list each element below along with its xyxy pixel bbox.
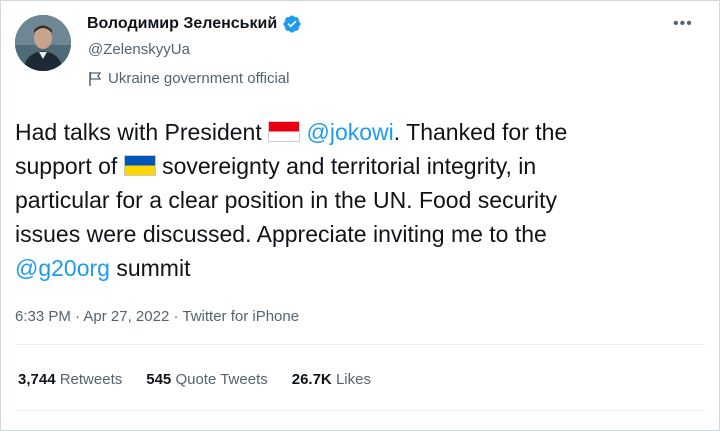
tweet-source[interactable]: Twitter for iPhone bbox=[182, 308, 299, 325]
meta-separator: · bbox=[169, 308, 183, 325]
mention-jokowi[interactable]: @jokowi bbox=[307, 119, 394, 145]
ukraine-flag-icon bbox=[123, 155, 156, 176]
likes-count: 26.7K bbox=[291, 371, 332, 388]
government-flag-icon bbox=[89, 71, 102, 86]
indonesia-flag-icon bbox=[268, 121, 301, 142]
government-label-text: Ukraine government official bbox=[108, 70, 290, 87]
tweet-line-2: support of sovereignty and territorial i… bbox=[15, 149, 705, 183]
quote-tweets-stat[interactable]: 545 Quote Tweets bbox=[146, 371, 267, 388]
avatar-image bbox=[15, 15, 71, 71]
tweet-line-3: particular for a clear position in the U… bbox=[15, 187, 558, 213]
tweet-line-4: issues were discussed. Appreciate inviti… bbox=[15, 221, 547, 247]
tweet-text-segment: summit bbox=[109, 255, 191, 281]
author-handle[interactable]: @ZelenskyyUa bbox=[88, 41, 190, 58]
retweets-count: 3,744 bbox=[18, 371, 56, 388]
tweet-stats: 3,744 Retweets 545 Quote Tweets 26.7K Li… bbox=[18, 371, 395, 388]
tweet-metadata: 6:33 PM · Apr 27, 2022 · Twitter for iPh… bbox=[15, 308, 299, 325]
avatar[interactable] bbox=[15, 15, 71, 71]
meta-separator: · bbox=[70, 308, 84, 325]
government-label[interactable]: Ukraine government official bbox=[88, 70, 289, 87]
verified-badge-icon bbox=[283, 15, 301, 33]
retweets-stat[interactable]: 3,744 Retweets bbox=[18, 371, 122, 388]
author-name[interactable]: Володимир Зеленський bbox=[87, 15, 277, 33]
quote-tweets-count: 545 bbox=[146, 371, 172, 388]
mention-g20org[interactable]: @g20org bbox=[15, 255, 110, 281]
tweet-line-1: Had talks with President @jokowi. Thanke… bbox=[15, 115, 705, 149]
tweet-text-segment: sovereignty and territorial integrity, i… bbox=[155, 153, 537, 179]
tweet-time[interactable]: 6:33 PM bbox=[15, 308, 71, 325]
likes-stat[interactable]: 26.7K Likes bbox=[292, 371, 371, 388]
tweet-text-segment: . Thanked for the bbox=[393, 119, 568, 145]
more-options-icon[interactable]: ••• bbox=[673, 14, 693, 34]
likes-label: Likes bbox=[335, 371, 371, 388]
tweet-text: Had talks with President @jokowi. Thanke… bbox=[15, 115, 705, 285]
retweets-label: Retweets bbox=[59, 371, 123, 388]
tweet-text-segment: support of bbox=[15, 153, 124, 179]
tweet-text-segment: Had talks with President bbox=[15, 119, 269, 145]
divider bbox=[15, 344, 705, 345]
tweet-date[interactable]: Apr 27, 2022 bbox=[83, 308, 169, 325]
divider bbox=[15, 410, 705, 411]
quote-tweets-label: Quote Tweets bbox=[175, 371, 268, 388]
tweet-line-5: @g20org summit bbox=[15, 251, 705, 285]
